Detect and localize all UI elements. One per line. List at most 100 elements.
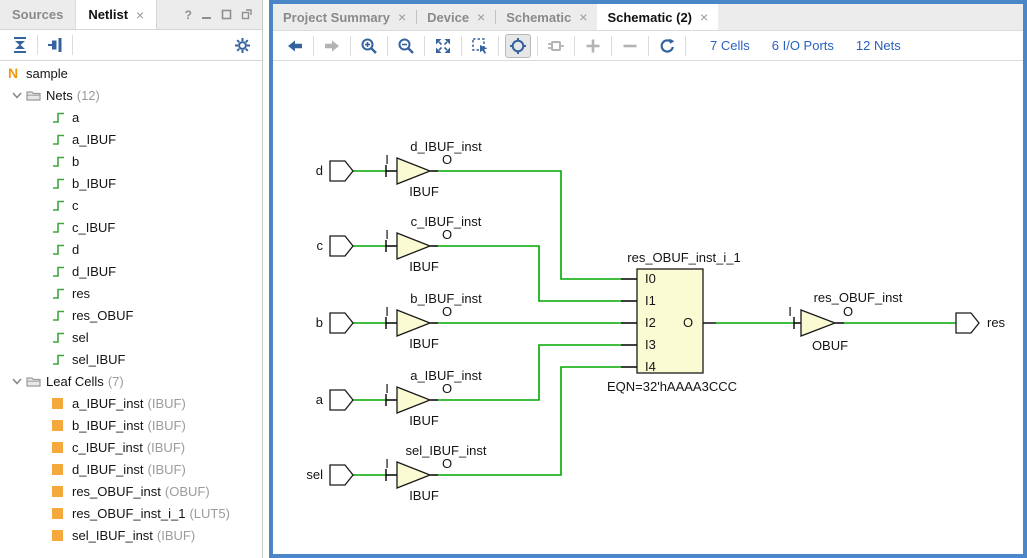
float-icon[interactable] [241,9,252,20]
toolbar-separator [461,36,462,56]
tree-item-net[interactable]: c_IBUF [0,216,262,238]
tab-label: Sources [12,7,63,22]
tree-item-net[interactable]: res_OBUF [0,304,262,326]
gear-icon [234,37,251,54]
instance-name: res_OBUF_inst [814,290,903,305]
tree-item-net[interactable]: d [0,238,262,260]
close-icon[interactable]: × [579,10,587,24]
zoom-fit-button[interactable] [431,34,455,58]
netlist-toolbar [0,30,262,61]
plus-icon [584,37,602,55]
back-button[interactable] [283,34,307,58]
zoom-out-button[interactable] [394,34,418,58]
cell-lut5[interactable]: res_OBUF_inst_i_1 I0 I1 I2 I3 I4 O EQN=3… [607,250,741,394]
tree-item-cell[interactable]: b_IBUF_inst(IBUF) [0,414,262,436]
net-icon [52,287,72,300]
pin-name: I3 [645,337,656,352]
expand-cone-button[interactable] [544,34,568,58]
add-button[interactable] [581,34,605,58]
close-icon[interactable]: × [477,10,485,24]
tree-item-net[interactable]: a_IBUF [0,128,262,150]
tab-schematic[interactable]: Schematic × [496,4,597,30]
settings-button[interactable] [230,33,254,57]
tree-item-cell[interactable]: a_IBUF_inst(IBUF) [0,392,262,414]
tree-item-cell[interactable]: c_IBUF_inst(IBUF) [0,436,262,458]
pin-name: O [683,315,693,330]
pin-name: I2 [645,315,656,330]
cell-icon [52,420,63,431]
scroll-to-selected-button[interactable] [43,33,67,57]
close-icon[interactable]: × [700,10,708,24]
remove-button[interactable] [618,34,642,58]
help-icon[interactable]: ? [185,8,192,22]
autofit-selection-icon [509,37,527,55]
io-ports-count-link[interactable]: 6 I/O Ports [772,38,834,53]
tree-item-net[interactable]: c [0,194,262,216]
schematic-panel: Project Summary × Device × Schematic × S… [269,0,1027,558]
tab-netlist[interactable]: Netlist × [76,0,157,29]
tree-item-net[interactable]: a [0,106,262,128]
cells-count-link[interactable]: 7 Cells [710,38,750,53]
cell-b-ibuf[interactable]: b_IBUF_inst I O IBUF [385,291,482,351]
toolbar-separator [72,35,73,55]
schematic-canvas[interactable]: d c b a sel [273,66,1023,554]
cell-d-ibuf[interactable]: d_IBUF_inst I O IBUF [385,139,482,199]
chevron-down-icon[interactable] [12,90,26,100]
input-port-c[interactable]: c [317,236,354,256]
cell-icon [52,486,63,497]
nets-count-link[interactable]: 12 Nets [856,38,901,53]
tab-device[interactable]: Device × [417,4,495,30]
zoom-in-button[interactable] [357,34,381,58]
toolbar-separator [37,35,38,55]
pin-name: I [385,456,389,471]
net-icon [52,133,72,146]
tree-group-nets[interactable]: Nets (12) [0,84,262,106]
tree-item-net[interactable]: b [0,150,262,172]
tree-item-net[interactable]: b_IBUF [0,172,262,194]
tree-item-net[interactable]: sel_IBUF [0,348,262,370]
input-port-a[interactable]: a [316,390,353,410]
lut-equation: EQN=32'hAAAA3CCC [607,379,737,394]
group-label: Leaf Cells [46,374,104,389]
zoom-to-selection-button[interactable] [468,34,492,58]
minimize-icon[interactable] [201,9,212,20]
port-label: c [317,238,324,253]
tab-project-summary[interactable]: Project Summary × [273,4,416,30]
tree-item-net[interactable]: res [0,282,262,304]
net-icon [52,353,72,366]
pin-name: O [442,227,452,242]
pin-name: O [442,152,452,167]
regenerate-button[interactable] [655,34,679,58]
chevron-down-icon[interactable] [12,376,26,386]
input-port-b[interactable]: b [316,313,353,333]
tab-schematic-2[interactable]: Schematic (2) × [597,4,718,30]
net-icon [52,309,72,322]
cell-sel-ibuf[interactable]: sel_IBUF_inst I O IBUF [385,443,487,503]
tree-group-leaf-cells[interactable]: Leaf Cells (7) [0,370,262,392]
schematic-drawing: d c b a sel [273,66,1023,554]
close-icon[interactable]: × [398,10,406,24]
cell-type: IBUF [409,184,439,199]
collapse-all-button[interactable] [8,33,32,57]
input-port-sel[interactable]: sel [306,465,353,485]
cell-type: OBUF [812,338,848,353]
cell-c-ibuf[interactable]: c_IBUF_inst I O IBUF [385,214,482,274]
tree-item-cell[interactable]: res_OBUF_inst(OBUF) [0,480,262,502]
tab-sources[interactable]: Sources [0,0,76,29]
tree-item-cell[interactable]: res_OBUF_inst_i_1(LUT5) [0,502,262,524]
autofit-selection-button[interactable] [505,34,531,58]
cell-res-obuf[interactable]: res_OBUF_inst I O OBUF [788,290,903,353]
forward-button[interactable] [320,34,344,58]
input-port-d[interactable]: d [316,161,353,181]
tree-item-net[interactable]: sel [0,326,262,348]
tree-item-cell[interactable]: sel_IBUF_inst(IBUF) [0,524,262,546]
output-port-res[interactable]: res [956,313,1006,333]
port-label: b [316,315,323,330]
close-icon[interactable]: × [136,8,144,22]
tree-item-net[interactable]: d_IBUF [0,260,262,282]
cell-a-ibuf[interactable]: a_IBUF_inst I O IBUF [385,368,482,428]
maximize-icon[interactable] [221,9,232,20]
tree-root[interactable]: N sample [0,62,262,84]
right-tab-bar: Project Summary × Device × Schematic × S… [273,4,1023,31]
tree-item-cell[interactable]: d_IBUF_inst(IBUF) [0,458,262,480]
